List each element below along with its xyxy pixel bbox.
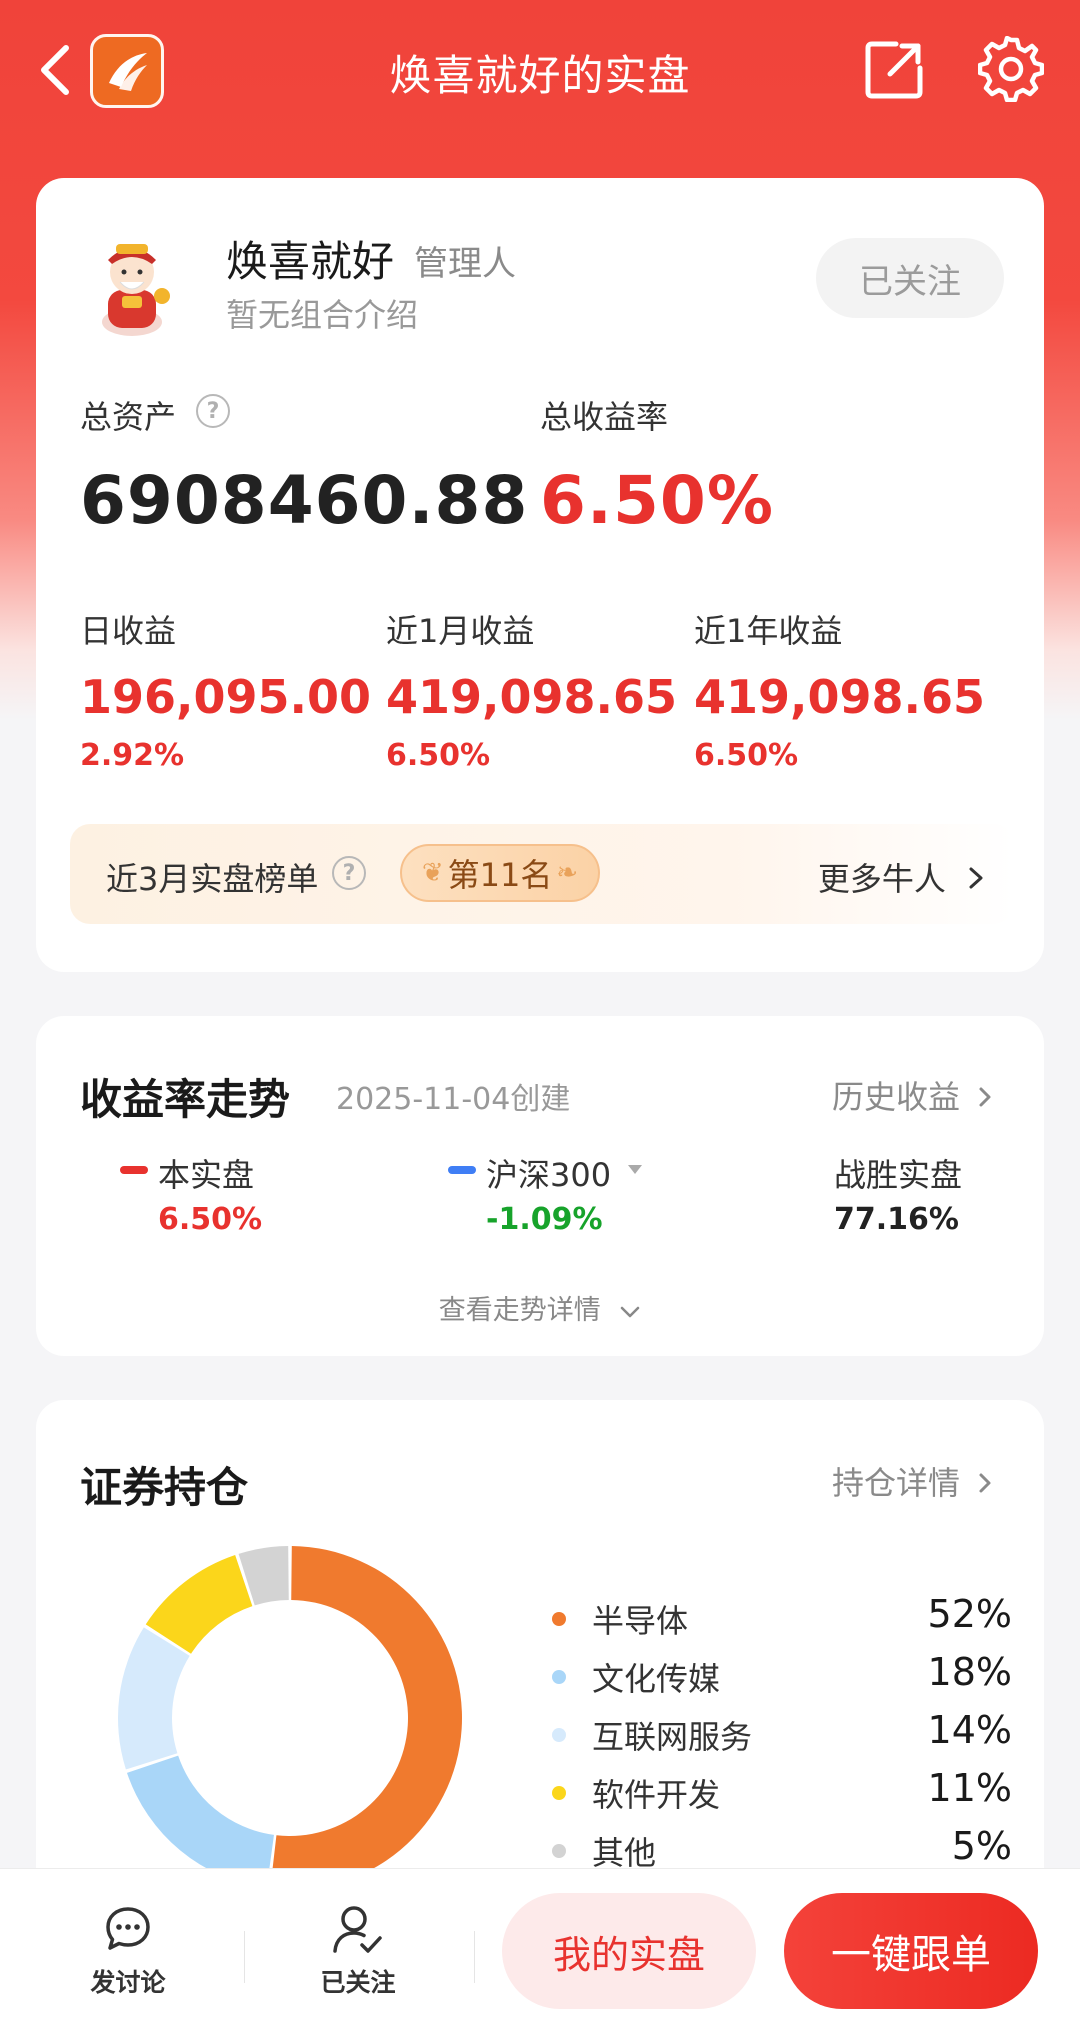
followed-button[interactable]: 已关注 bbox=[816, 238, 1004, 318]
bottom-action-bar: 发讨论 已关注 我的实盘 一键跟单 bbox=[0, 1868, 1080, 2036]
trend-title: 收益率走势 bbox=[80, 1075, 291, 1124]
portfolio-description: 暂无组合介绍 bbox=[226, 296, 419, 334]
view-trend-details-label: 查看走势详情 bbox=[438, 1295, 601, 1326]
more-traders-label: 更多牛人 bbox=[817, 860, 946, 898]
allocation-swatch bbox=[552, 1786, 566, 1800]
allocation-row: 半导体 52% bbox=[552, 1592, 1012, 1646]
created-date: 2025-11-04创建 bbox=[336, 1082, 571, 1117]
allocation-swatch bbox=[552, 1728, 566, 1742]
allocation-donut-chart bbox=[117, 1546, 463, 1890]
beat-rate-value: 77.16% bbox=[834, 1202, 959, 1237]
history-returns-link[interactable]: 历史收益 bbox=[832, 1072, 992, 1118]
return-trend-card: 收益率走势 2025-11-04创建 历史收益 本实盘 6.50% 沪深300 … bbox=[36, 1016, 1044, 1356]
beat-rate-label: 战胜实盘 bbox=[834, 1156, 963, 1194]
allocation-row: 互联网服务 14% bbox=[552, 1708, 1012, 1762]
rank-value: 第11名 bbox=[447, 856, 553, 894]
month-return-pct: 6.50% bbox=[386, 738, 491, 773]
manager-role: 管理人 bbox=[414, 244, 516, 284]
rank-badge: ❦ 第11名 ❧ bbox=[400, 844, 600, 902]
copy-trade-button[interactable]: 一键跟单 bbox=[784, 1893, 1038, 2009]
chevron-right-icon bbox=[978, 1078, 992, 1116]
total-return-label: 总收益率 bbox=[540, 398, 669, 436]
year-return-pct: 6.50% bbox=[694, 738, 799, 773]
index-legend-label: 沪深300 bbox=[486, 1156, 612, 1194]
allocation-percent: 11% bbox=[927, 1766, 1012, 1810]
donut-slice bbox=[270, 1546, 463, 1890]
divider bbox=[474, 1931, 475, 1983]
allocation-swatch bbox=[552, 1612, 566, 1626]
daily-return-pct: 2.92% bbox=[80, 738, 185, 773]
ranking-bar[interactable]: 近3月实盘榜单 ? ❦ 第11名 ❧ 更多牛人 bbox=[70, 824, 1014, 924]
discuss-label: 发讨论 bbox=[90, 1968, 166, 1997]
chevron-down-icon bbox=[619, 1295, 641, 1326]
allocation-percent: 5% bbox=[951, 1824, 1012, 1868]
allocation-swatch bbox=[552, 1670, 566, 1684]
holdings-detail-label: 持仓详情 bbox=[832, 1464, 961, 1502]
index-legend-value: -1.09% bbox=[486, 1202, 603, 1237]
followed-label: 已关注 bbox=[320, 1968, 396, 1997]
more-traders-link[interactable]: 更多牛人 bbox=[818, 854, 984, 900]
allocation-row: 文化传媒 18% bbox=[552, 1650, 1012, 1704]
holdings-detail-link[interactable]: 持仓详情 bbox=[832, 1458, 992, 1504]
index-legend-swatch bbox=[448, 1166, 476, 1174]
divider bbox=[244, 1931, 245, 1983]
chevron-right-icon bbox=[968, 860, 984, 898]
allocation-swatch bbox=[552, 1844, 566, 1858]
portfolio-legend-label: 本实盘 bbox=[158, 1156, 255, 1194]
month-return-value: 419,098.65 bbox=[386, 670, 678, 724]
allocation-label: 文化传媒 bbox=[592, 1660, 721, 1698]
allocation-percent: 14% bbox=[927, 1708, 1012, 1752]
total-return-value: 6.50% bbox=[540, 462, 774, 539]
caret-down-icon[interactable] bbox=[626, 1162, 644, 1181]
chevron-right-icon bbox=[978, 1464, 992, 1502]
allocation-label: 软件开发 bbox=[592, 1776, 721, 1814]
laurel-left-icon: ❦ bbox=[421, 858, 444, 888]
portfolio-legend-swatch bbox=[120, 1166, 148, 1174]
daily-return-value: 196,095.00 bbox=[80, 670, 372, 724]
chat-bubble-icon bbox=[104, 1905, 152, 1957]
ranking-label: 近3月实盘榜单 bbox=[106, 860, 319, 898]
portfolio-summary-card: 焕喜就好 管理人 暂无组合介绍 已关注 总资产 ? 总收益率 6908460.8… bbox=[36, 178, 1044, 972]
allocation-percent: 52% bbox=[927, 1592, 1012, 1636]
year-return-value: 419,098.65 bbox=[694, 670, 986, 724]
followed-toggle-button[interactable]: 已关注 bbox=[288, 1905, 428, 2001]
manager-name: 焕喜就好 bbox=[226, 237, 395, 286]
allocation-label: 互联网服务 bbox=[592, 1718, 753, 1756]
view-trend-details-link[interactable]: 查看走势详情 bbox=[36, 1288, 1044, 1327]
discuss-button[interactable]: 发讨论 bbox=[58, 1905, 198, 2001]
holdings-title: 证券持仓 bbox=[80, 1463, 249, 1512]
help-icon[interactable]: ? bbox=[196, 394, 230, 428]
year-return-label: 近1年收益 bbox=[694, 612, 843, 650]
top-nav: 焕喜就好的实盘 bbox=[0, 0, 1080, 150]
allocation-label: 半导体 bbox=[592, 1602, 689, 1640]
daily-return-label: 日收益 bbox=[80, 612, 177, 650]
gear-icon[interactable] bbox=[977, 35, 1045, 103]
share-icon[interactable] bbox=[862, 38, 926, 102]
avatar[interactable] bbox=[82, 230, 182, 340]
user-check-icon bbox=[332, 1905, 384, 1959]
history-returns-label: 历史收益 bbox=[832, 1078, 961, 1116]
donut-slice bbox=[117, 1627, 190, 1770]
month-return-label: 近1月收益 bbox=[386, 612, 535, 650]
laurel-right-icon: ❧ bbox=[556, 858, 579, 888]
help-icon[interactable]: ? bbox=[332, 856, 366, 890]
total-assets-label: 总资产 bbox=[80, 398, 177, 436]
total-assets-value: 6908460.88 bbox=[80, 462, 529, 539]
portfolio-legend-value: 6.50% bbox=[158, 1202, 263, 1237]
allocation-row: 软件开发 11% bbox=[552, 1766, 1012, 1820]
allocation-percent: 18% bbox=[927, 1650, 1012, 1694]
my-portfolio-button[interactable]: 我的实盘 bbox=[502, 1893, 756, 2009]
